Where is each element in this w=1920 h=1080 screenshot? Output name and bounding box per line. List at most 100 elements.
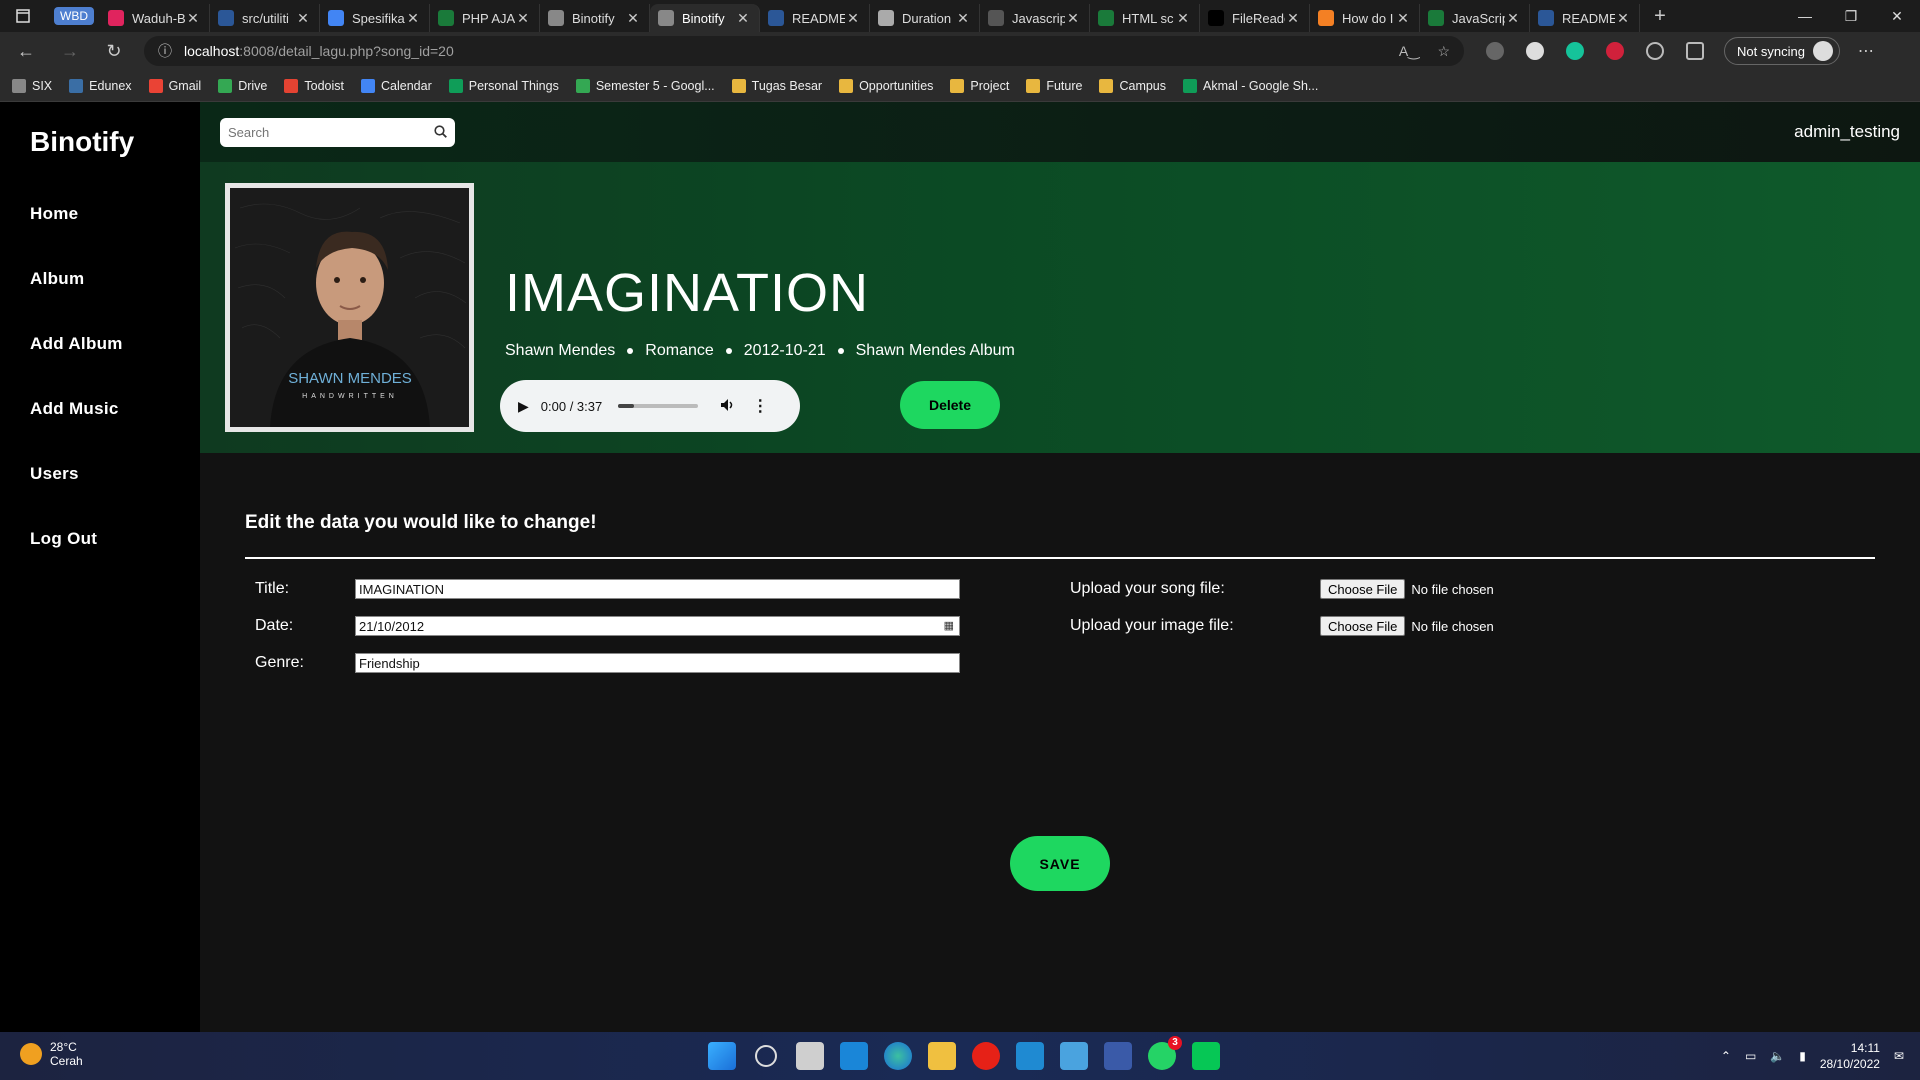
tab-close-icon[interactable]: ✕: [1505, 10, 1521, 27]
favorite-star-icon[interactable]: ☆: [1437, 43, 1450, 60]
browser-tab[interactable]: How do I ✕: [1310, 4, 1420, 32]
search-icon[interactable]: [434, 124, 447, 141]
tab-close-icon[interactable]: ✕: [625, 10, 641, 27]
delete-button[interactable]: Delete: [900, 381, 1000, 429]
bookmark-item[interactable]: Tugas Besar: [731, 78, 822, 93]
search-input[interactable]: [228, 125, 434, 140]
clock[interactable]: 14:11 28/10/2022: [1820, 1040, 1880, 1072]
workspace-badge[interactable]: WBD: [54, 7, 94, 25]
tab-close-icon[interactable]: ✕: [735, 10, 751, 27]
sidebar-item-album[interactable]: Album: [30, 269, 123, 334]
tray-chevron-icon[interactable]: ⌃: [1721, 1049, 1731, 1063]
collections-icon[interactable]: [1686, 42, 1704, 60]
new-tab-button[interactable]: +: [1640, 5, 1680, 28]
tab-close-icon[interactable]: ✕: [845, 10, 861, 27]
grammarly-extension-icon[interactable]: [1566, 42, 1584, 60]
browser-tab[interactable]: Waduh-B ✕: [100, 4, 210, 32]
site-info-icon[interactable]: ⓘ: [158, 41, 172, 61]
network-icon[interactable]: ▭: [1745, 1049, 1756, 1063]
speaker-icon[interactable]: 🔈: [1770, 1049, 1785, 1063]
bookmark-item[interactable]: Future: [1026, 78, 1082, 93]
read-aloud-icon[interactable]: A‿: [1399, 43, 1420, 60]
tab-close-icon[interactable]: ✕: [1175, 10, 1191, 27]
file-explorer-icon[interactable]: [928, 1042, 956, 1070]
profile-sync-button[interactable]: Not syncing: [1724, 37, 1840, 65]
sidebar-item-users[interactable]: Users: [30, 464, 123, 529]
tab-close-icon[interactable]: ✕: [515, 10, 531, 27]
browser-tab[interactable]: README ✕: [1530, 4, 1640, 32]
vscode-icon[interactable]: [1016, 1042, 1044, 1070]
search-box[interactable]: [220, 118, 455, 147]
more-menu-icon[interactable]: ⋯: [1858, 41, 1874, 61]
terminal-icon[interactable]: [1104, 1042, 1132, 1070]
browser-tab[interactable]: PHP AJA ✕: [430, 4, 540, 32]
sidebar-item-add-music[interactable]: Add Music: [30, 399, 123, 464]
bookmark-item[interactable]: Campus: [1099, 78, 1166, 93]
search-taskbar-icon[interactable]: [755, 1045, 777, 1067]
seek-bar[interactable]: [618, 404, 699, 408]
bookmark-item[interactable]: Gmail: [148, 78, 201, 93]
sidebar-item-home[interactable]: Home: [30, 204, 123, 269]
start-icon[interactable]: [708, 1042, 736, 1070]
bookmark-item[interactable]: Semester 5 - Googl...: [575, 78, 715, 93]
tab-actions-button[interactable]: [0, 0, 46, 32]
bookmark-item[interactable]: Todoist: [284, 78, 344, 93]
browser-tab[interactable]: src/utiliti ✕: [210, 4, 320, 32]
browser-tab[interactable]: HTML sc ✕: [1090, 4, 1200, 32]
browser-tab[interactable]: Binotify ✕: [540, 4, 650, 32]
save-button[interactable]: SAVE: [1010, 836, 1110, 891]
sidebar-item-log-out[interactable]: Log Out: [30, 529, 123, 594]
bookmark-item[interactable]: Calendar: [361, 78, 432, 93]
edge-icon[interactable]: [884, 1042, 912, 1070]
task-view-icon[interactable]: [796, 1042, 824, 1070]
extension-icon[interactable]: [1486, 42, 1504, 60]
calendar-icon[interactable]: ▦: [944, 619, 954, 632]
bookmark-item[interactable]: Drive: [218, 78, 267, 93]
whatsapp-icon[interactable]: 3: [1148, 1036, 1182, 1070]
youtube-music-icon[interactable]: [972, 1042, 1000, 1070]
weather-widget[interactable]: 28°C Cerah: [20, 1040, 83, 1068]
url-field[interactable]: ⓘ localhost :8008/detail_lagu.php?song_i…: [144, 36, 1464, 66]
battery-icon[interactable]: ▮: [1799, 1049, 1806, 1063]
date-field[interactable]: [355, 616, 960, 636]
browser-tab[interactable]: Binotify ✕: [650, 4, 760, 32]
tab-close-icon[interactable]: ✕: [1065, 10, 1081, 27]
extensions-puzzle-icon[interactable]: [1646, 42, 1664, 60]
bookmark-item[interactable]: Opportunities: [839, 78, 933, 93]
genre-field[interactable]: [355, 653, 960, 673]
minimize-button[interactable]: —: [1782, 8, 1828, 25]
sidebar-item-add-album[interactable]: Add Album: [30, 334, 123, 399]
bookmark-item[interactable]: Akmal - Google Sh...: [1183, 78, 1318, 93]
tab-close-icon[interactable]: ✕: [295, 10, 311, 27]
mail-icon[interactable]: [840, 1042, 868, 1070]
browser-tab[interactable]: FileReadc ✕: [1200, 4, 1310, 32]
tab-close-icon[interactable]: ✕: [405, 10, 421, 27]
title-field[interactable]: [355, 579, 960, 599]
tab-close-icon[interactable]: ✕: [1615, 10, 1631, 27]
tab-close-icon[interactable]: ✕: [185, 10, 201, 27]
notepad-icon[interactable]: [1060, 1042, 1088, 1070]
spotify-extension-icon[interactable]: [1526, 42, 1544, 60]
browser-tab[interactable]: README ✕: [760, 4, 870, 32]
restore-button[interactable]: ❐: [1828, 8, 1874, 25]
choose-song-file-button[interactable]: Choose File: [1320, 579, 1406, 599]
adblock-extension-icon[interactable]: [1606, 42, 1624, 60]
tab-close-icon[interactable]: ✕: [1285, 10, 1301, 27]
browser-tab[interactable]: Duration ✕: [870, 4, 980, 32]
bookmark-item[interactable]: Project: [950, 78, 1009, 93]
choose-image-file-button[interactable]: Choose File: [1320, 616, 1406, 636]
bookmark-item[interactable]: Personal Things: [448, 78, 559, 93]
line-icon[interactable]: [1192, 1042, 1220, 1070]
bookmark-item[interactable]: SIX: [12, 78, 52, 93]
volume-icon[interactable]: [720, 398, 734, 415]
player-options-icon[interactable]: ⋮: [752, 396, 768, 416]
username-label[interactable]: admin_testing: [1794, 122, 1900, 142]
forward-button[interactable]: →: [52, 41, 88, 62]
notifications-icon[interactable]: ✉: [1894, 1049, 1904, 1063]
close-window-button[interactable]: ✕: [1874, 8, 1920, 25]
reload-button[interactable]: ↻: [96, 41, 132, 62]
play-icon[interactable]: ▶: [518, 398, 529, 415]
bookmark-item[interactable]: Edunex: [69, 78, 132, 93]
browser-tab[interactable]: JavaScrip ✕: [1420, 4, 1530, 32]
brand-logo[interactable]: Binotify: [30, 126, 134, 158]
